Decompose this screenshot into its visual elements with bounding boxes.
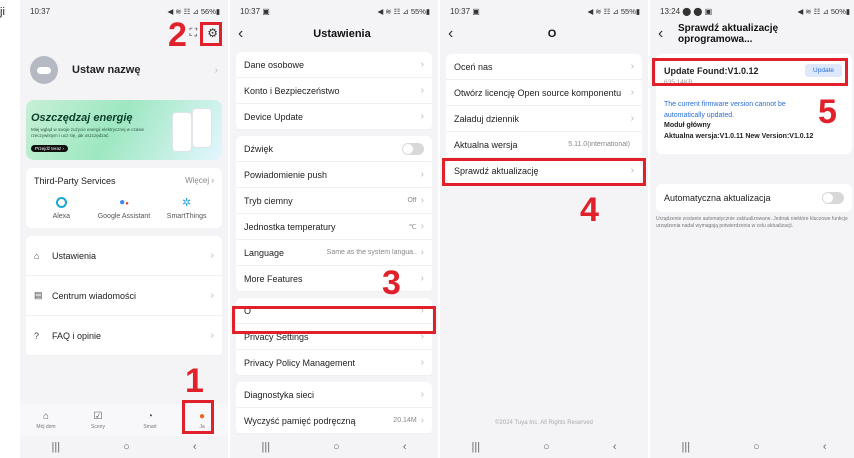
home-tab-icon: ⌂: [42, 410, 50, 422]
annotation-2: 2: [168, 16, 187, 54]
home-button[interactable]: ○: [123, 441, 130, 453]
auto-update-note: Urządzenie zostanie automatycznie zaktua…: [656, 216, 848, 229]
header: ‹ Ustawienia: [230, 22, 438, 46]
settings-group-1: Dane osobowe › Konto i Bezpieczeństwo › De…: [236, 52, 432, 130]
module-name: Moduł główny: [664, 122, 711, 129]
chevron-right-icon: ›: [214, 64, 218, 76]
energy-banner[interactable]: Oszczędzaj energię Miej wgląd w swoje zu…: [26, 100, 222, 160]
highlight-check-update: [442, 158, 646, 186]
about-item-open-source[interactable]: Otwórz licencję Open source komponentu ›: [446, 80, 642, 106]
settings-item-network-diagnostics[interactable]: Diagnostyka sieci ›: [236, 382, 432, 408]
page-title: O: [547, 28, 557, 40]
message-icon: ▤: [34, 290, 43, 300]
help-icon: ?: [34, 330, 40, 341]
highlight-about: [232, 306, 436, 334]
alexa-icon: [55, 196, 67, 208]
system-nav: ||| ○ ‹: [650, 436, 854, 458]
settings-item-language[interactable]: Language Same as the system langua... ›: [236, 240, 432, 266]
back-button[interactable]: ‹: [193, 441, 197, 453]
sound-toggle[interactable]: [402, 142, 424, 155]
menu-item-settings[interactable]: ⌂ Ustawienia ›: [26, 236, 222, 276]
header: ‹ Sprawdź aktualizację oprogramowa...: [650, 22, 854, 46]
banner-button[interactable]: Przejdź teraz ›: [31, 145, 69, 152]
settings-group-4: Diagnostyka sieci › Wyczyść pamięć podręc…: [236, 382, 432, 434]
status-bar: 13:24 ⬤ ⬤ ▣ ◀ ≋ ☷ ⊿ 50%▮: [660, 6, 850, 16]
tab-my-home[interactable]: ⌂ Mój dom: [28, 411, 64, 430]
annotation-5: 5: [818, 93, 837, 131]
firmware-info: The current firmware version cannot be a…: [664, 101, 786, 119]
back-arrow-icon[interactable]: ‹: [448, 25, 464, 43]
third-party-title: Third-Party Services: [34, 176, 116, 186]
menu-item-faq[interactable]: ? FAQ i opinie ›: [26, 316, 222, 356]
page-title: Ustawienia: [313, 28, 371, 40]
annotation-3: 3: [382, 264, 401, 302]
google-assistant-icon: ●●: [119, 196, 129, 208]
annotation-4: 4: [580, 191, 599, 229]
more-link[interactable]: Więcej ›: [185, 176, 214, 186]
cut-off-text: ji: [0, 6, 5, 18]
settings-item-more-features[interactable]: More Features ›: [236, 266, 432, 292]
phones-illustration-icon: [168, 108, 216, 152]
scenes-tab-icon: ☑: [93, 410, 103, 422]
scan-icon[interactable]: ⛶: [190, 27, 198, 40]
banner-subtitle: Miej wgląd w swoje zużycie energii elekt…: [31, 127, 145, 138]
highlight-update-found: [652, 58, 848, 86]
about-item-rate[interactable]: Oceń nas ›: [446, 54, 642, 80]
settings-item-temperature-unit[interactable]: Jednostka temperatury ℃ ›: [236, 214, 432, 240]
home-icon: ⌂: [34, 250, 40, 261]
phone-screen-profile: 10:37 ◀ ≋ ☷ ⊿ 56%▮ ⛶ ⚙ Ustaw nazwę › Osz…: [20, 0, 228, 458]
status-icons: ◀ ≋ ☷ ⊿ 56%▮: [167, 6, 220, 16]
status-time: 10:37: [30, 6, 51, 16]
auto-update-card: Automatyczna aktualizacja: [656, 184, 852, 212]
service-alexa[interactable]: Alexa: [31, 194, 91, 220]
status-bar: 10:37 ◀ ≋ ☷ ⊿ 56%▮: [20, 0, 228, 22]
copyright-footer: ©2024 Tuya Inc. All Rights Reserved: [495, 420, 593, 426]
menu-item-messages[interactable]: ▤ Centrum wiadomości ›: [26, 276, 222, 316]
settings-item-account-security[interactable]: Konto i Bezpieczeństwo ›: [236, 78, 432, 104]
about-item-current-version: Aktualna wersja 5.11.0(international): [446, 132, 642, 158]
tab-smart[interactable]: ◔ Smart: [132, 411, 168, 430]
avatar: [30, 56, 58, 84]
tab-scenes[interactable]: ☑ Sceny: [80, 411, 116, 430]
highlight-gear: [200, 22, 222, 46]
system-nav: ||| ○ ‹: [440, 436, 648, 458]
header: ‹ O: [440, 22, 648, 46]
profile-row[interactable]: Ustaw nazwę ›: [20, 44, 228, 94]
annotation-1: 1: [185, 362, 204, 400]
about-item-upload-log[interactable]: Załaduj dziennik ›: [446, 106, 642, 132]
version-info: Aktualna wersja:V1.0.11 New Version:V1.0…: [664, 132, 814, 140]
settings-item-dark-mode[interactable]: Tryb ciemny Off ›: [236, 188, 432, 214]
settings-item-sound[interactable]: Dźwięk: [236, 136, 432, 162]
system-nav: ||| ○ ‹: [230, 436, 438, 458]
settings-item-push[interactable]: Powiadomienie push ›: [236, 162, 432, 188]
settings-item-privacy-policy[interactable]: Privacy Policy Management ›: [236, 350, 432, 376]
highlight-profile-tab: [182, 400, 214, 434]
profile-name: Ustaw nazwę: [72, 64, 141, 76]
status-bar: 10:37 ▣ ◀ ≋ ☷ ⊿ 55%▮: [240, 6, 430, 16]
service-google-assistant[interactable]: ●● Google Assistant: [94, 194, 154, 221]
service-smartthings[interactable]: ✲ SmartThings: [157, 194, 217, 221]
settings-item-device-update[interactable]: Device Update ›: [236, 104, 432, 130]
settings-item-clear-cache[interactable]: Wyczyść pamięć podręczną 20.14M ›: [236, 408, 432, 434]
back-arrow-icon[interactable]: ‹: [658, 25, 674, 43]
system-nav: ||| ○ ‹: [20, 436, 228, 458]
auto-update-row[interactable]: Automatyczna aktualizacja: [656, 184, 852, 212]
profile-menu: ⌂ Ustawienia › ▤ Centrum wiadomości › ? FA…: [26, 236, 222, 356]
settings-item-personal-data[interactable]: Dane osobowe ›: [236, 52, 432, 78]
banner-title: Oszczędzaj energię: [31, 112, 133, 124]
back-arrow-icon[interactable]: ‹: [238, 25, 254, 43]
third-party-card: Third-Party Services Więcej › Alexa ●● G…: [26, 168, 222, 228]
smartthings-icon: ✲: [182, 196, 192, 209]
phone-screen-settings: 10:37 ▣ ◀ ≋ ☷ ⊿ 55%▮ ‹ Ustawienia Dane o…: [230, 0, 438, 458]
settings-group-2: Dźwięk Powiadomienie push › Tryb ciemny Of…: [236, 136, 432, 292]
phone-screen-about: 10:37 ▣ ◀ ≋ ☷ ⊿ 55%▮ ‹ O Oceń nas › Otwór…: [440, 0, 648, 458]
auto-update-toggle[interactable]: [822, 192, 844, 204]
page-title: Sprawdź aktualizację oprogramowa...: [678, 23, 779, 45]
status-bar: 10:37 ▣ ◀ ≋ ☷ ⊿ 55%▮: [450, 6, 640, 16]
recent-apps-button[interactable]: |||: [52, 441, 61, 453]
smart-tab-icon: ◔: [146, 410, 154, 422]
phone-screen-firmware-update: 13:24 ⬤ ⬤ ▣ ◀ ≋ ☷ ⊿ 50%▮ ‹ Sprawdź aktua…: [650, 0, 854, 458]
